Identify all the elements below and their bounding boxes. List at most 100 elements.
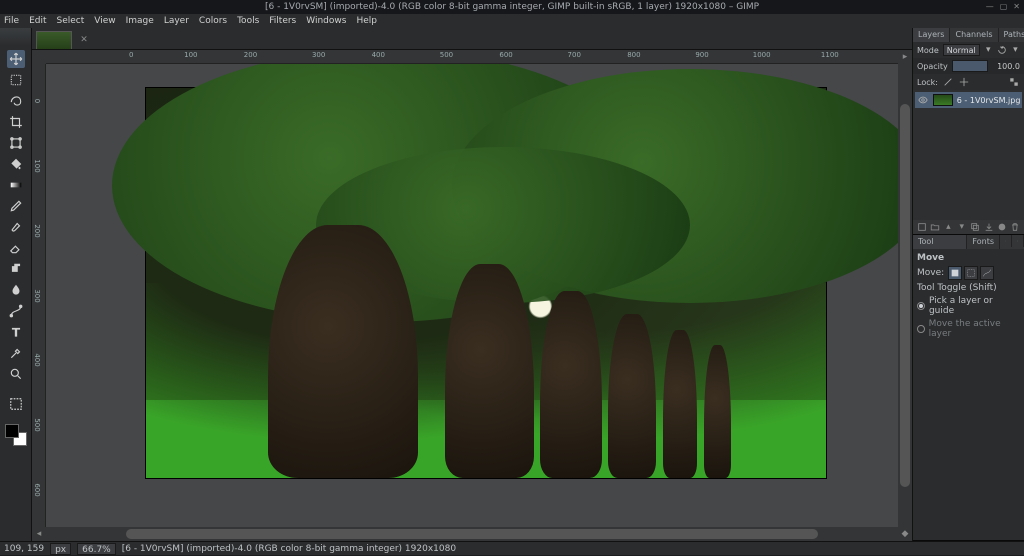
foreground-color-swatch[interactable] [5, 424, 19, 438]
ruler-vertical[interactable]: 0 100 200 300 400 500 600 [32, 64, 46, 527]
nav-right-icon[interactable]: ▸ [898, 50, 912, 64]
move-selection-mode-icon[interactable] [964, 266, 978, 280]
brush-tab-icon[interactable] [1000, 235, 1012, 247]
tab-layers[interactable]: Layers [913, 28, 950, 42]
window-maximize-icon[interactable]: ▢ [1000, 0, 1008, 14]
image-content[interactable] [146, 88, 826, 478]
delete-layer-icon[interactable] [1009, 221, 1021, 233]
nav-left-icon[interactable]: ◂ [32, 527, 46, 541]
ruler-horizontal[interactable]: 0 100 200 300 400 500 600 700 800 900 10… [46, 50, 898, 64]
tool-options-dock: Tool Options Fonts Move Move: Tool Toggl… [913, 235, 1024, 541]
layer-name[interactable]: 6 - 1V0rvSM.jpg [957, 96, 1020, 105]
move-path-mode-icon[interactable] [980, 266, 994, 280]
color-picker-tool[interactable] [7, 344, 25, 362]
smudge-tool[interactable] [7, 281, 25, 299]
window-title: [6 - 1V0rvSM] (imported)-4.0 (RGB color … [265, 2, 759, 12]
image-tab[interactable] [36, 31, 72, 49]
image-tab-close-icon[interactable]: ✕ [78, 31, 90, 49]
layer-list[interactable]: 6 - 1V0rvSM.jpg [913, 90, 1024, 160]
chevron-down-icon[interactable]: ▾ [1011, 44, 1020, 56]
toolbox [0, 28, 32, 541]
mode-reset-icon[interactable] [997, 44, 1007, 56]
tab-paths[interactable]: Paths [999, 28, 1024, 42]
duplicate-layer-icon[interactable] [969, 221, 981, 233]
image-window: ✕ ▸ ◂ ◆ 0 100 200 300 400 500 600 700 80… [32, 28, 912, 541]
lock-pixels-icon[interactable] [942, 76, 954, 88]
chevron-down-icon[interactable]: ▾ [984, 44, 993, 56]
move-mode-label: Move: [917, 268, 944, 278]
ruler-tick: 200 [33, 224, 41, 237]
pencil-tool[interactable] [7, 197, 25, 215]
ruler-tick: 1000 [753, 51, 771, 59]
pointer-coords: 109, 159 [4, 544, 44, 554]
menu-windows[interactable]: Windows [306, 16, 346, 26]
crop-tool[interactable] [7, 113, 25, 131]
visibility-eye-icon[interactable] [917, 94, 929, 106]
zoom-select[interactable]: 66.7% [77, 543, 116, 555]
scrollbar-thumb[interactable] [900, 104, 910, 487]
menu-file[interactable]: File [4, 16, 19, 26]
ruler-tick: 600 [499, 51, 512, 59]
image-tabs: ✕ [32, 28, 912, 50]
text-tool[interactable] [7, 323, 25, 341]
layer-row[interactable]: 6 - 1V0rvSM.jpg [915, 92, 1022, 108]
bucket-fill-tool[interactable] [7, 155, 25, 173]
color-swatches[interactable] [5, 424, 27, 446]
unit-select[interactable]: px [50, 543, 71, 555]
tab-tool-options[interactable]: Tool Options [913, 235, 967, 249]
ruler-tick: 500 [33, 418, 41, 431]
window-close-icon[interactable]: ✕ [1013, 0, 1020, 14]
lock-position-icon[interactable] [958, 76, 970, 88]
scrollbar-vertical[interactable] [898, 64, 912, 527]
window-minimize-icon[interactable]: — [986, 0, 994, 14]
canvas-viewport[interactable] [46, 64, 898, 527]
raise-layer-icon[interactable]: ▴ [942, 221, 954, 233]
tab-channels[interactable]: Channels [950, 28, 998, 42]
menu-help[interactable]: Help [356, 16, 377, 26]
menu-filters[interactable]: Filters [269, 16, 296, 26]
rect-select-tool[interactable] [7, 71, 25, 89]
menu-view[interactable]: View [94, 16, 115, 26]
new-group-icon[interactable] [929, 221, 941, 233]
ruler-tick: 300 [312, 51, 325, 59]
menu-edit[interactable]: Edit [29, 16, 46, 26]
menu-image[interactable]: Image [126, 16, 154, 26]
new-layer-icon[interactable] [916, 221, 928, 233]
lock-alpha-icon[interactable] [1008, 76, 1020, 88]
ruler-tick: 500 [440, 51, 453, 59]
clone-tool[interactable] [7, 260, 25, 278]
free-select-tool[interactable] [7, 92, 25, 110]
menu-select[interactable]: Select [57, 16, 85, 26]
foreground-picker-icon[interactable] [7, 395, 25, 413]
tool-name-label: Move [917, 253, 1020, 263]
radio-move-active[interactable]: Move the active layer [917, 319, 1020, 339]
radio-dot-icon [917, 325, 925, 333]
blend-mode-select[interactable]: Normal [943, 44, 980, 56]
ruler-tick: 400 [372, 51, 385, 59]
lower-layer-icon[interactable]: ▾ [956, 221, 968, 233]
radio-pick-layer[interactable]: Pick a layer or guide [917, 296, 1020, 316]
merge-down-icon[interactable] [983, 221, 995, 233]
scrollbar-thumb[interactable] [126, 529, 818, 539]
tab-fonts[interactable]: Fonts [967, 235, 1000, 249]
radio-label: Move the active layer [929, 319, 1020, 339]
mask-icon[interactable] [996, 221, 1008, 233]
move-tool[interactable] [7, 50, 25, 68]
menu-colors[interactable]: Colors [199, 16, 227, 26]
scrollbar-horizontal[interactable] [46, 527, 898, 541]
gradient-tool[interactable] [7, 176, 25, 194]
paintbrush-tool[interactable] [7, 218, 25, 236]
opacity-value[interactable]: 100.0 [992, 62, 1020, 71]
zoom-tool[interactable] [7, 365, 25, 383]
opacity-slider[interactable] [952, 60, 988, 72]
tool-toggle-label: Tool Toggle (Shift) [917, 283, 1020, 293]
history-tab-icon[interactable] [1012, 235, 1024, 247]
menu-layer[interactable]: Layer [164, 16, 189, 26]
layer-thumbnail[interactable] [933, 94, 953, 106]
eraser-tool[interactable] [7, 239, 25, 257]
nav-menu-icon[interactable]: ◆ [898, 527, 912, 541]
path-tool[interactable] [7, 302, 25, 320]
move-layer-mode-icon[interactable] [948, 266, 962, 280]
transform-tool[interactable] [7, 134, 25, 152]
menu-tools[interactable]: Tools [237, 16, 259, 26]
